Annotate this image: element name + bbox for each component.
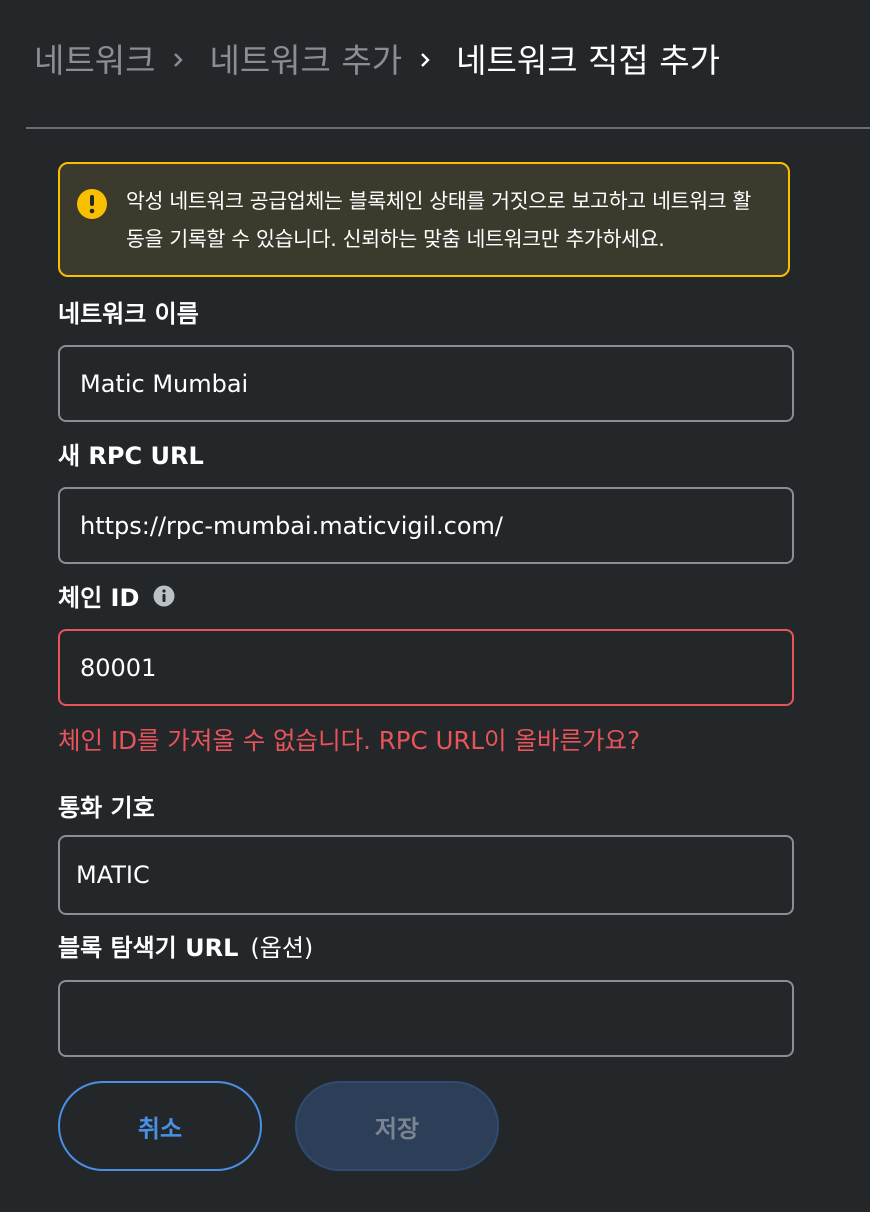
breadcrumb-item-add-network[interactable]: 네트워크 추가 (209, 34, 402, 82)
chain-id-input[interactable] (58, 629, 794, 706)
save-button[interactable]: 저장 (295, 1081, 499, 1171)
network-name-label-text: 네트워크 이름 (58, 300, 199, 328)
block-explorer-label: 블록 탐색기 URL (옵션) (58, 928, 313, 963)
warning-text: 악성 네트워크 공급업체는 블록체인 상태를 거짓으로 보고하고 네트워크 활동… (126, 188, 752, 251)
chevron-right-icon (171, 53, 185, 67)
block-explorer-input[interactable] (58, 980, 794, 1057)
warning-icon (76, 188, 108, 220)
chevron-right-icon (418, 53, 432, 67)
network-name-label: 네트워크 이름 (58, 294, 199, 329)
info-icon[interactable] (153, 585, 175, 607)
chain-id-label-text: 체인 ID (58, 584, 140, 612)
rpc-url-label: 새 RPC URL (58, 436, 204, 471)
currency-symbol-label-text: 통화 기호 (58, 794, 155, 822)
chain-id-error: 체인 ID를 가져올 수 없습니다. RPC URL이 올바른가요? (58, 726, 641, 755)
rpc-url-input[interactable] (58, 487, 794, 564)
breadcrumb: 네트워크 네트워크 추가 네트워크 직접 추가 (34, 30, 720, 86)
block-explorer-label-text: 블록 탐색기 URL (58, 934, 239, 962)
cancel-button[interactable]: 취소 (58, 1081, 262, 1171)
breadcrumb-item-networks[interactable]: 네트워크 (34, 34, 155, 82)
network-name-input[interactable] (58, 345, 794, 422)
currency-symbol-label: 통화 기호 (58, 788, 155, 823)
chain-id-label: 체인 ID (58, 578, 175, 613)
header-divider (26, 127, 870, 129)
optional-tag: (옵션) (250, 934, 314, 962)
page-title: 네트워크 직접 추가 (456, 41, 720, 80)
warning-banner: 악성 네트워크 공급업체는 블록체인 상태를 거짓으로 보고하고 네트워크 활동… (58, 162, 790, 277)
rpc-url-label-text: 새 RPC URL (58, 442, 204, 470)
currency-symbol-input[interactable] (58, 835, 794, 915)
